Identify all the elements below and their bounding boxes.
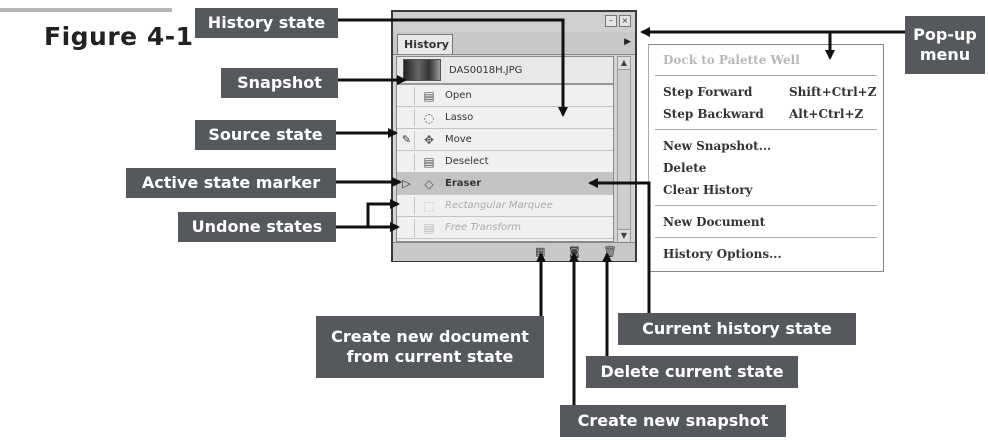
current-history-state-leader	[588, 178, 651, 313]
callout-create-new-document-line2: from current state	[346, 347, 514, 366]
callout-create-new-document: Create new document from current state	[316, 316, 544, 378]
callout-history-state: History state	[195, 8, 338, 38]
callout-undone-states: Undone states	[178, 212, 336, 242]
callout-create-new-document-line1: Create new document	[331, 327, 529, 346]
callout-source-state: Source state	[195, 120, 336, 150]
callout-popup-menu: Pop-up menu	[905, 16, 985, 74]
history-state-leader	[338, 18, 568, 117]
callout-current-history-state: Current history state	[618, 313, 856, 345]
callout-delete-current-state: Delete current state	[586, 356, 798, 388]
callout-create-new-snapshot: Create new snapshot	[560, 405, 786, 437]
callout-popup-menu-line1: Pop-up	[913, 25, 977, 44]
callout-popup-menu-line2: menu	[919, 45, 971, 64]
callout-snapshot: Snapshot	[221, 68, 338, 98]
undone-states-leader-1	[336, 199, 400, 229]
callout-active-state-marker: Active state marker	[126, 168, 336, 198]
